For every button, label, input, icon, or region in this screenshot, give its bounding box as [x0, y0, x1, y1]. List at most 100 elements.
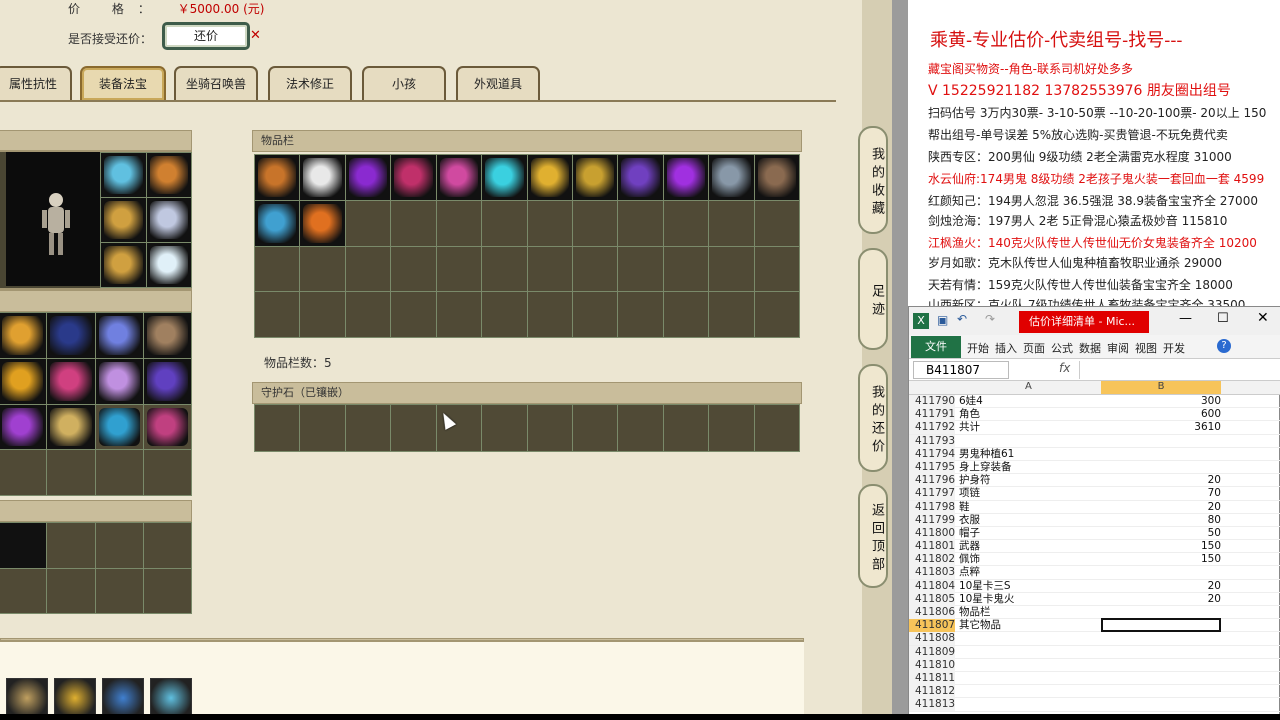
item-slot[interactable] — [345, 200, 391, 246]
item-slot[interactable] — [482, 155, 527, 200]
row-number[interactable]: 411805 — [909, 592, 955, 606]
row-number[interactable]: 411811 — [909, 671, 955, 685]
cell-a[interactable]: 点粹 — [959, 566, 980, 579]
column-header-b[interactable]: B — [1101, 381, 1221, 394]
item-slot[interactable] — [482, 292, 527, 337]
item-slot[interactable] — [300, 200, 345, 246]
row-number[interactable]: 411812 — [909, 685, 955, 699]
item-slot[interactable] — [436, 246, 482, 292]
item-slot[interactable] — [47, 523, 95, 568]
item-slot[interactable] — [663, 246, 709, 292]
ribbon-tab-data[interactable]: 数据 — [1079, 340, 1101, 356]
item-slot[interactable] — [391, 405, 436, 451]
item-slot[interactable] — [101, 153, 146, 197]
cell-a[interactable]: 6娃4 — [959, 395, 983, 408]
item-icon[interactable] — [6, 678, 48, 718]
item-slot[interactable] — [663, 292, 709, 337]
table-row[interactable]: 411811 — [909, 671, 1280, 686]
cell-a[interactable]: 物品栏 — [959, 606, 991, 619]
item-slot[interactable] — [618, 292, 663, 337]
table-row[interactable]: 411810 — [909, 658, 1280, 672]
selected-cell[interactable] — [1101, 618, 1221, 633]
item-slot[interactable] — [255, 200, 300, 246]
save-icon[interactable]: ▣ — [937, 313, 948, 327]
close-icon[interactable]: ✕ — [250, 28, 261, 43]
item-slot[interactable] — [47, 568, 95, 613]
item-slot[interactable] — [146, 153, 191, 197]
row-number[interactable]: 411806 — [909, 606, 955, 619]
ribbon-tab-home[interactable]: 开始 — [967, 340, 989, 356]
item-icon[interactable] — [54, 678, 96, 718]
row-number[interactable]: 411800 — [909, 526, 955, 540]
item-slot[interactable] — [95, 523, 143, 568]
table-row[interactable]: 411812 — [909, 685, 1280, 699]
nav-history[interactable]: 足迹 — [858, 248, 888, 350]
item-slot[interactable] — [47, 358, 95, 404]
item-slot[interactable] — [95, 568, 143, 613]
item-slot[interactable] — [482, 405, 527, 451]
nav-my-counter-offers[interactable]: 我的还价 — [858, 364, 888, 472]
item-slot[interactable] — [709, 405, 754, 451]
close-icon[interactable]: ✕ — [1257, 310, 1269, 326]
item-slot[interactable] — [391, 246, 436, 292]
item-slot[interactable] — [143, 313, 191, 358]
item-slot[interactable] — [754, 155, 799, 200]
table-row[interactable]: 411794 男鬼种植61 — [909, 447, 1280, 461]
item-slot[interactable] — [143, 404, 191, 450]
counter-offer-button[interactable]: 还价 — [162, 22, 250, 50]
row-number[interactable]: 411802 — [909, 553, 955, 567]
ribbon-tab-review[interactable]: 审阅 — [1107, 340, 1129, 356]
tab-child[interactable]: 小孩 — [362, 66, 446, 100]
item-slot[interactable] — [255, 155, 300, 200]
item-slot[interactable] — [709, 246, 754, 292]
item-slot[interactable] — [663, 405, 709, 451]
table-row[interactable]: 411806 物品栏 — [909, 606, 1280, 620]
item-slot[interactable] — [345, 292, 391, 337]
item-slot[interactable] — [345, 155, 391, 200]
cell-a[interactable]: 护身符 — [959, 474, 991, 487]
table-row[interactable]: 411795 身上穿装备 — [909, 460, 1280, 475]
item-slot[interactable] — [527, 200, 572, 246]
item-slot[interactable] — [0, 358, 47, 404]
cell-b[interactable]: 80 — [1208, 514, 1221, 527]
cell-a[interactable]: 衣服 — [959, 514, 980, 527]
item-slot[interactable] — [255, 405, 300, 451]
item-slot[interactable] — [436, 155, 482, 200]
item-slot[interactable] — [391, 200, 436, 246]
scrollbar[interactable] — [892, 0, 908, 720]
item-slot[interactable] — [709, 292, 754, 337]
table-row[interactable]: 411804 10星卡三S 20 — [909, 579, 1280, 593]
minimize-icon[interactable]: — — [1179, 311, 1192, 326]
item-slot[interactable] — [436, 200, 482, 246]
item-slot[interactable] — [391, 292, 436, 337]
cell-b[interactable]: 150 — [1201, 540, 1221, 553]
table-row[interactable]: 411805 10星卡鬼火 20 — [909, 592, 1280, 606]
table-row[interactable]: 411800 帽子 50 — [909, 526, 1280, 541]
row-number[interactable]: 411813 — [909, 698, 955, 712]
cell-a[interactable]: 其它物品 — [959, 619, 1001, 632]
cell-b[interactable]: 150 — [1201, 553, 1221, 566]
item-slot[interactable] — [0, 568, 47, 613]
item-slot[interactable] — [572, 405, 618, 451]
column-header-a[interactable]: A — [1025, 381, 1032, 392]
cell-a[interactable]: 鞋 — [959, 501, 970, 514]
cell-b[interactable]: 50 — [1208, 527, 1221, 540]
item-slot[interactable] — [95, 450, 143, 495]
item-slot[interactable] — [618, 246, 663, 292]
cell-a[interactable]: 共计 — [959, 421, 980, 434]
item-slot[interactable] — [345, 246, 391, 292]
item-slot[interactable] — [0, 523, 47, 568]
item-slot[interactable] — [754, 246, 799, 292]
cell-b[interactable]: 20 — [1208, 501, 1221, 514]
row-number[interactable]: 411799 — [909, 513, 955, 527]
item-slot[interactable] — [754, 200, 799, 246]
item-slot[interactable] — [47, 450, 95, 495]
table-row[interactable]: 411808 — [909, 632, 1280, 646]
tab-equipment[interactable]: 装备法宝 — [80, 66, 166, 100]
item-slot[interactable] — [663, 155, 709, 200]
ribbon-tab-page[interactable]: 页面 — [1023, 340, 1045, 356]
item-slot[interactable] — [101, 198, 146, 242]
item-icon[interactable] — [102, 678, 144, 718]
item-slot[interactable] — [709, 155, 754, 200]
item-slot[interactable] — [572, 246, 618, 292]
